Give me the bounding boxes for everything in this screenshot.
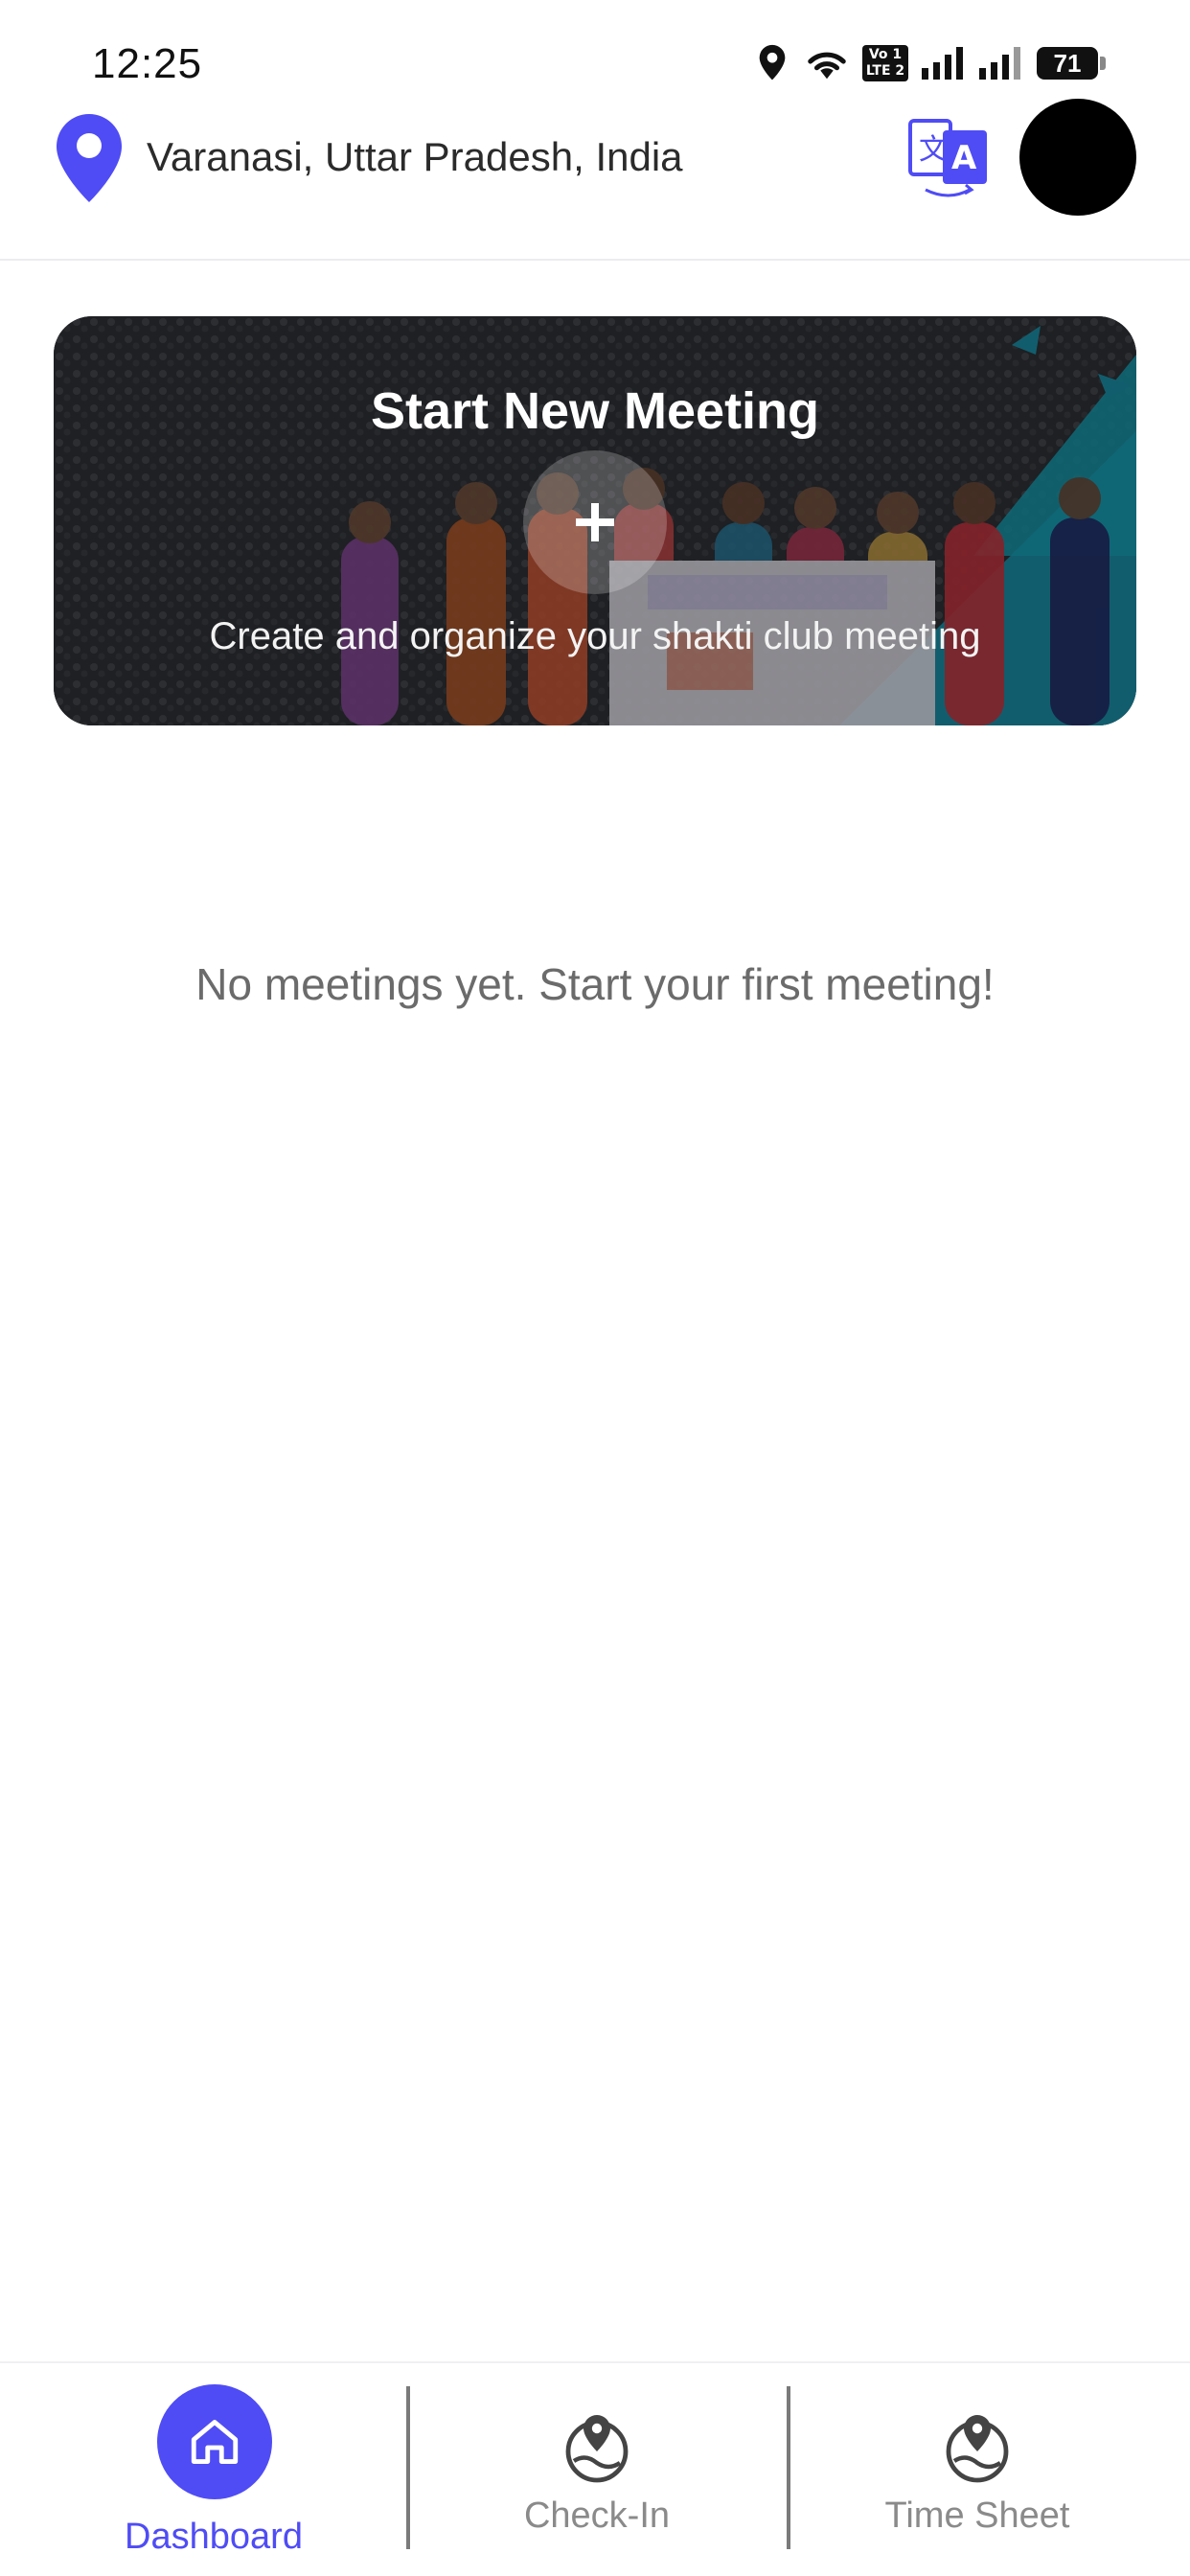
app-header: Varanasi, Uttar Pradesh, India 文 A — [0, 96, 1190, 261]
home-icon — [191, 2420, 239, 2464]
nav-label-time-sheet: Time Sheet — [884, 2496, 1070, 2536]
wifi-icon — [805, 46, 849, 80]
svg-text:A: A — [951, 139, 977, 177]
location-label: Varanasi, Uttar Pradesh, India — [147, 134, 683, 179]
nav-item-dashboard[interactable]: Dashboard — [22, 2363, 405, 2576]
status-icons: Vo 1 LTE 2 71 — [753, 42, 1106, 84]
status-time: 12:25 — [92, 40, 203, 87]
nav-item-check-in[interactable]: Check-In — [405, 2363, 789, 2576]
location-icon — [753, 42, 791, 84]
plus-icon[interactable] — [523, 450, 667, 594]
nav-label-check-in: Check-In — [523, 2496, 671, 2536]
nav-label-dashboard: Dashboard — [125, 2517, 303, 2557]
network-bottom: LTE 2 — [865, 63, 905, 79]
empty-state-message: No meetings yet. Start your first meetin… — [195, 959, 995, 1009]
svg-text:文: 文 — [919, 133, 948, 167]
banner-title: Start New Meeting — [370, 382, 820, 440]
network-top: Vo 1 — [868, 47, 903, 62]
status-bar: 12:25 Vo 1 LTE 2 71 — [0, 0, 1190, 96]
signal-icon — [979, 47, 1023, 80]
volte-icon: Vo 1 LTE 2 — [862, 45, 908, 81]
battery-icon: 71 — [1037, 47, 1106, 80]
avatar[interactable] — [1019, 99, 1136, 216]
start-meeting-banner[interactable]: Start New Meeting Create and organize yo… — [54, 316, 1136, 725]
map-pin-icon — [943, 2411, 1012, 2489]
signal-icon — [922, 47, 966, 80]
translate-icon: 文 A — [908, 119, 987, 197]
map-pin-icon — [562, 2411, 631, 2489]
translate-button[interactable]: 文 A — [906, 109, 991, 205]
location-pin-icon — [53, 112, 126, 209]
nav-active-indicator — [157, 2384, 272, 2499]
battery-level: 71 — [1053, 48, 1082, 78]
bottom-navigation: Dashboard Check-In Time Sheet — [0, 2361, 1190, 2576]
nav-item-time-sheet[interactable]: Time Sheet — [786, 2363, 1169, 2576]
banner-subtitle: Create and organize your shakti club mee… — [209, 615, 981, 657]
